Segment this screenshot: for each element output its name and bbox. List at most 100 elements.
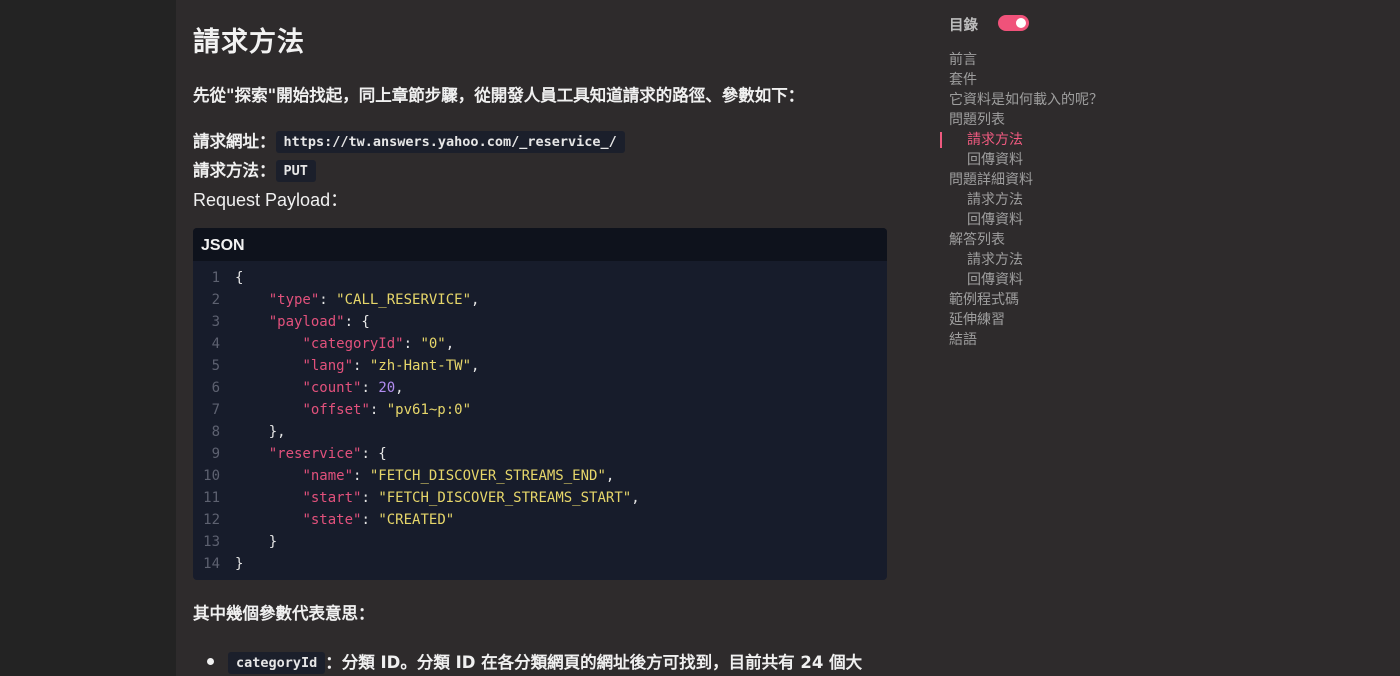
code-token: : [319,292,337,308]
code-token: { [235,270,244,286]
bullet-dot [207,658,214,665]
code-token: : [353,468,370,484]
bullet-text: ：分類 ID。分類 ID 在各分類網頁的網址後方可找到，目前共有 24 個大 [325,653,863,672]
line-number: 7 [211,402,220,418]
toc-item[interactable]: 問題詳細資料 [949,170,1103,190]
line-number: 10 [203,468,220,484]
code-line: 9 "reservice": { [193,443,887,465]
code-token: } [235,556,244,572]
code-token: "FETCH_DISCOVER_STREAMS_START" [378,490,632,506]
page-title: 請求方法 [193,27,305,58]
toc-title: 目錄 [949,18,978,34]
request-url-line: 請求網址： https://tw.answers.yahoo.com/_reser… [193,128,625,153]
intro-bold: 開發人員工具 [490,86,590,105]
code-token: "CALL_RESERVICE" [336,292,472,308]
code-line: 12 "state": "CREATED" [193,509,887,531]
code-token: : [361,490,379,506]
line-number: 2 [211,292,220,308]
params-heading: 其中幾個參數代表意思： [193,604,375,623]
code-token: "lang" [302,358,354,374]
line-number: 9 [211,446,220,462]
toc-item[interactable]: 回傳資料 [949,150,1103,170]
intro-paragraph: 先從"探索"開始找起，同上章節步驟，從開發人員工具知道請求的路徑、參數如下： [193,82,804,106]
request-url-code: https://tw.answers.yahoo.com/_reservice_… [275,131,625,153]
code-token: "type" [268,292,320,308]
left-gutter [0,0,176,676]
code-token: "state" [302,512,362,528]
line-number: 8 [211,424,220,440]
code-token: 20 [378,380,396,396]
line-number: 4 [211,336,220,352]
line-number: 11 [203,490,220,506]
code-line: 4 "categoryId": "0", [193,333,887,355]
code-token: : [353,358,370,374]
code-line: 14} [193,553,887,575]
code-line: 8 }, [193,421,887,443]
line-number: 5 [211,358,220,374]
code-line: 5 "lang": "zh-Hant-TW", [193,355,887,377]
code-token: : [403,336,421,352]
code-token: : [369,402,387,418]
line-number: 1 [211,270,220,286]
code-line: 10 "name": "FETCH_DISCOVER_STREAMS_END", [193,465,887,487]
toc-item[interactable]: 套件 [949,70,1103,90]
request-url-label: 請求網址： [193,132,276,151]
toc-item[interactable]: 請求方法 [949,250,1103,270]
request-method-code: PUT [275,160,316,182]
code-token: , [631,490,640,506]
request-method-line: 請求方法： PUT [193,157,316,182]
toggle-knob [1016,18,1026,28]
line-number: 3 [211,314,220,330]
code-token: : [361,380,379,396]
line-number: 6 [211,380,220,396]
bullet-code: categoryId [228,652,326,674]
toc-item[interactable]: 結語 [949,330,1103,350]
code-token: : { [344,314,370,330]
code-token: , [395,380,404,396]
code-line: 6 "count": 20, [193,377,887,399]
list-item: categoryId ：分類 ID。分類 ID 在各分類網頁的網址後方可找到，目前… [207,649,862,674]
code-token: "start" [302,490,362,506]
toc-item[interactable]: 回傳資料 [949,270,1103,290]
content-area: 請求方法 先從"探索"開始找起，同上章節步驟，從開發人員工具知道請求的路徑、參數… [176,0,1400,676]
toc-item[interactable]: 範例程式碼 [949,290,1103,310]
toc-item[interactable]: 延伸練習 [949,310,1103,330]
code-line: 7 "offset": "pv61~p:0" [193,399,887,421]
code-token: } [235,534,278,550]
toc-item[interactable]: 解答列表 [949,230,1103,250]
code-token: : [361,512,379,528]
toc-item[interactable]: 回傳資料 [949,210,1103,230]
code-token: "payload" [268,314,345,330]
code-content: 1{2 "type": "CALL_RESERVICE", 3 "payload"… [193,261,887,575]
code-token: "count" [302,380,362,396]
code-token: }, [235,424,286,440]
code-token: "CREATED" [378,512,455,528]
toc-toggle[interactable] [998,15,1029,31]
toc-item[interactable]: 請求方法 [949,190,1103,210]
code-token: , [605,468,615,484]
line-number: 14 [203,556,220,572]
toc-item[interactable]: 前言 [949,50,1103,70]
code-token: , [445,336,455,352]
code-token: , [471,292,480,308]
code-line: 1{ [193,267,887,289]
toc-item[interactable]: 它資料是如何載入的呢？ [949,90,1103,110]
code-token: "pv61~p:0" [386,402,472,418]
code-token: "name" [302,468,354,484]
toc-item[interactable]: 請求方法 [940,130,1103,150]
code-line: 3 "payload": { [193,311,887,333]
request-method-label: 請求方法： [193,161,276,180]
toc-item[interactable]: 問題列表 [949,110,1103,130]
line-number: 12 [203,512,220,528]
toc-list: 前言 套件 它資料是如何載入的呢？ 問題列表 請求方法 回傳資料 問題詳細資料 請求方法 回傳資… [940,50,1103,350]
